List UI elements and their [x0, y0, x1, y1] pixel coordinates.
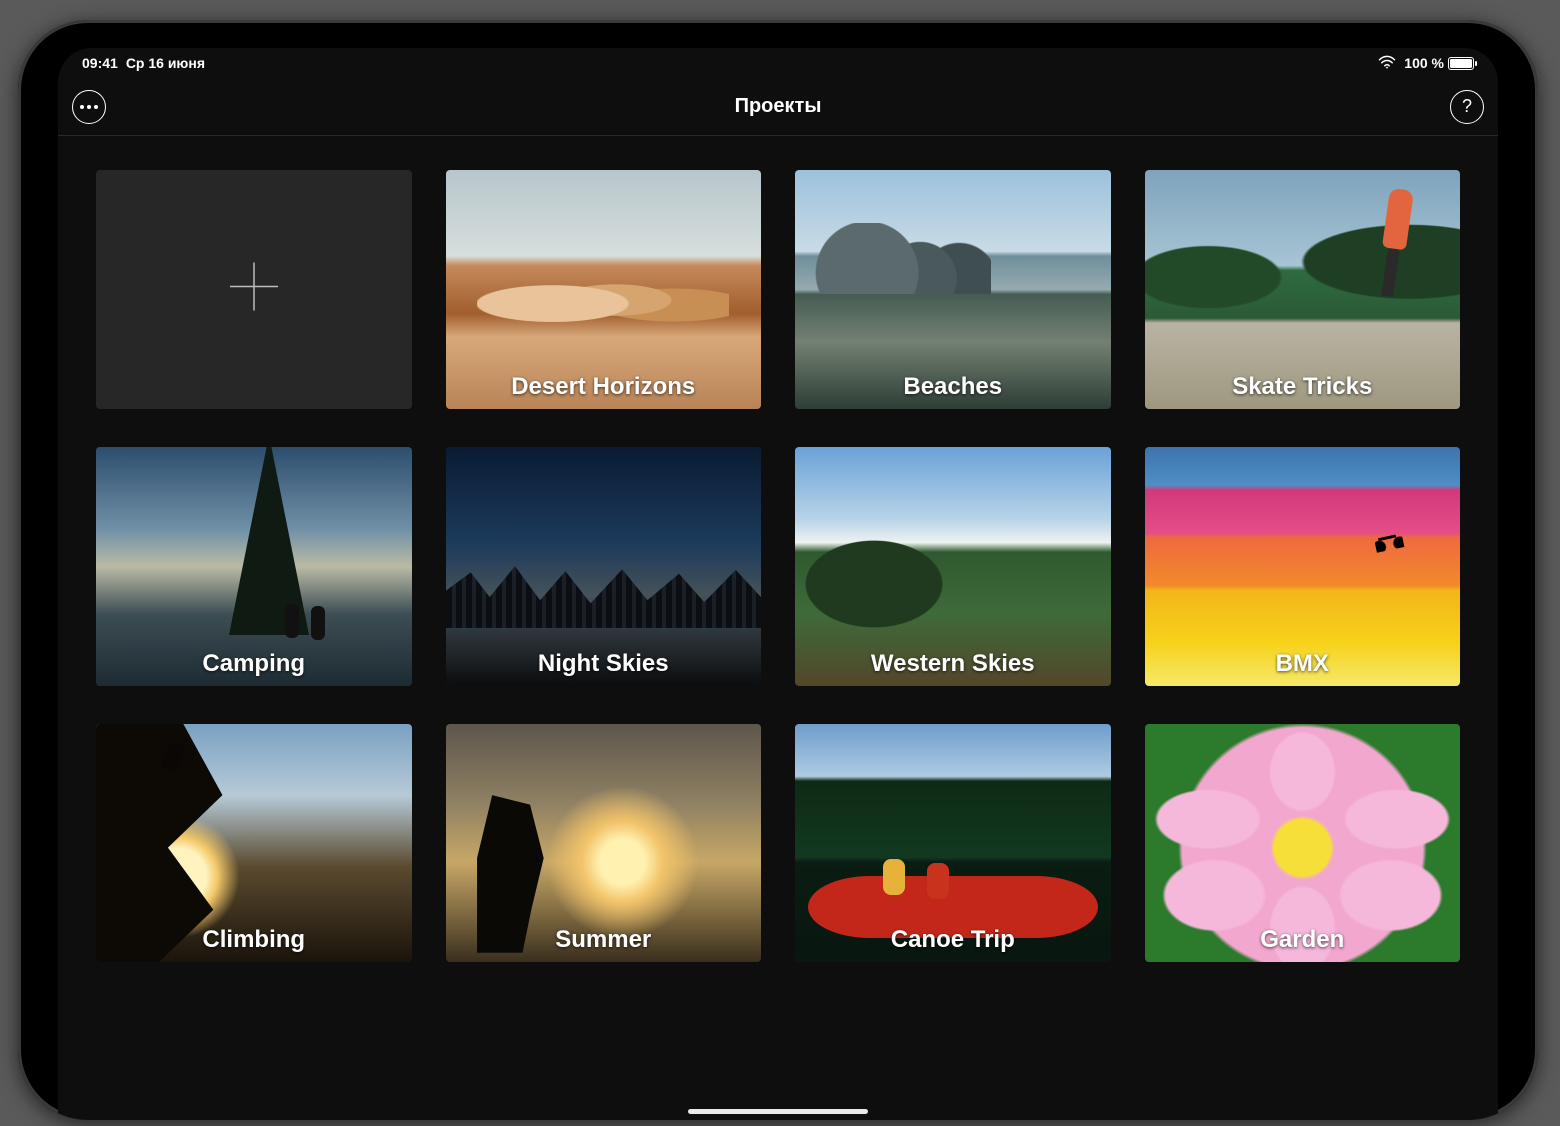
project-tile[interactable]: Canoe Trip [795, 724, 1111, 963]
project-tile[interactable]: Camping [96, 447, 412, 686]
project-tile[interactable]: Night Skies [446, 447, 762, 686]
projects-grid: Desert Horizons Beaches Skate Tricks Cam… [96, 170, 1460, 962]
project-title: Night Skies [446, 650, 762, 678]
project-tile[interactable]: Western Skies [795, 447, 1111, 686]
project-title: Desert Horizons [446, 373, 762, 401]
wifi-icon [1378, 55, 1396, 72]
question-icon: ? [1462, 96, 1472, 117]
project-title: Camping [96, 650, 412, 678]
project-title: Beaches [795, 373, 1111, 401]
status-bar: 09:41 Ср 16 июня 100 % [58, 48, 1498, 78]
more-options-button[interactable] [72, 90, 106, 124]
home-indicator[interactable] [688, 1109, 868, 1114]
project-tile[interactable]: Desert Horizons [446, 170, 762, 409]
new-project-button[interactable] [96, 170, 412, 409]
status-date: Ср 16 июня [126, 55, 205, 71]
project-tile[interactable]: Garden [1145, 724, 1461, 963]
project-tile[interactable]: Summer [446, 724, 762, 963]
projects-content[interactable]: Desert Horizons Beaches Skate Tricks Cam… [58, 136, 1498, 1120]
project-tile[interactable]: BMX [1145, 447, 1461, 686]
project-title: Climbing [96, 926, 412, 954]
battery-percent: 100 % [1404, 55, 1444, 71]
battery-icon [1448, 57, 1474, 70]
page-title: Проекты [735, 95, 822, 118]
project-title: Summer [446, 926, 762, 954]
nav-bar: Проекты ? [58, 78, 1498, 136]
project-title: BMX [1145, 650, 1461, 678]
project-title: Skate Tricks [1145, 373, 1461, 401]
project-title: Western Skies [795, 650, 1111, 678]
project-tile[interactable]: Climbing [96, 724, 412, 963]
screen: 09:41 Ср 16 июня 100 % Проекты [58, 48, 1498, 1120]
ellipsis-icon [80, 105, 98, 109]
plus-icon [226, 259, 282, 320]
project-tile[interactable]: Beaches [795, 170, 1111, 409]
help-button[interactable]: ? [1450, 90, 1484, 124]
project-title: Canoe Trip [795, 926, 1111, 954]
status-time: 09:41 [82, 55, 118, 71]
device-frame: 09:41 Ср 16 июня 100 % Проекты [18, 20, 1538, 1120]
project-tile[interactable]: Skate Tricks [1145, 170, 1461, 409]
battery-indicator: 100 % [1404, 55, 1474, 71]
project-title: Garden [1145, 926, 1461, 954]
